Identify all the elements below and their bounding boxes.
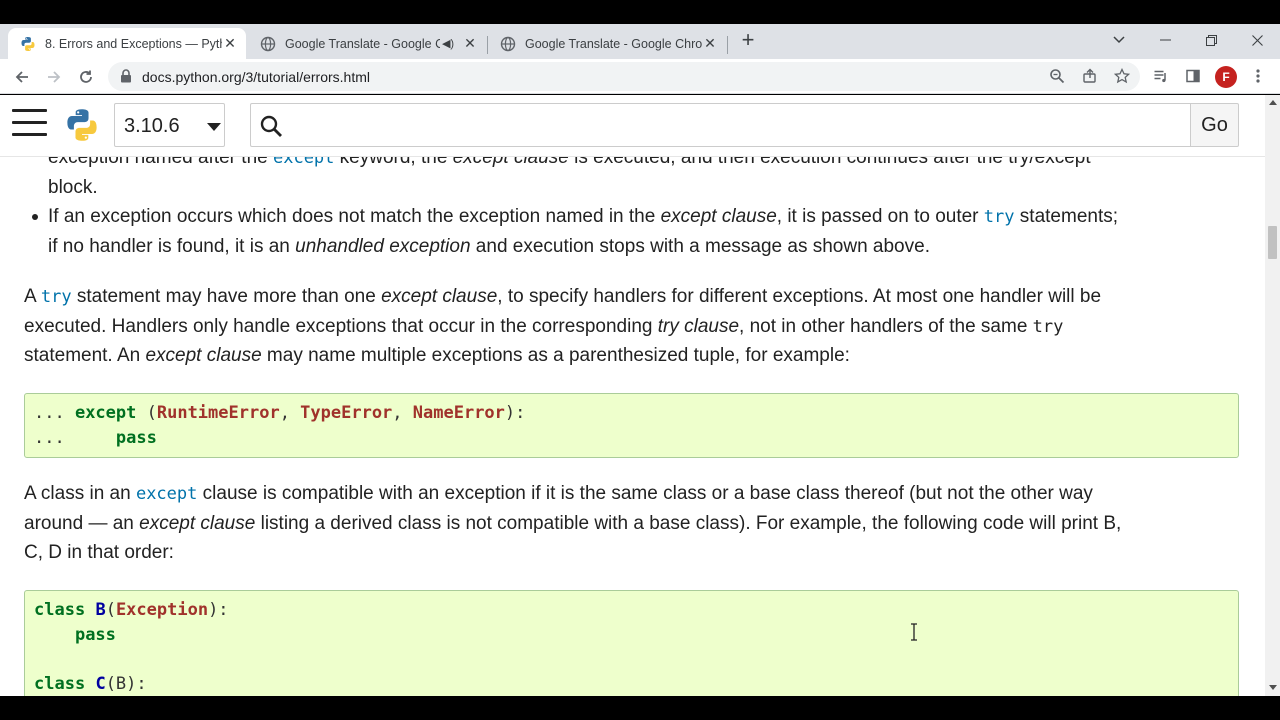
bullet-marker — [32, 214, 38, 220]
scrollbar-thumb[interactable] — [1268, 226, 1277, 259]
version-value: 3.10.6 — [124, 115, 180, 137]
minimize-icon[interactable] — [1142, 24, 1188, 56]
letterbox-bottom — [0, 696, 1280, 720]
share-icon[interactable] — [1079, 65, 1101, 87]
url-text: docs.python.org/3/tutorial/errors.html — [142, 69, 370, 85]
back-arrow-icon[interactable] — [10, 65, 34, 89]
dropdown-caret-icon — [207, 123, 221, 131]
page-scrollbar[interactable] — [1265, 95, 1280, 696]
paragraph-multiple-except: A try statement may have more than one e… — [24, 286, 1102, 366]
go-button[interactable]: Go — [1190, 103, 1239, 147]
bullet-2-text: If an exception occurs which does not ma… — [48, 206, 1119, 257]
docs-page: exception named after the except keyword… — [0, 95, 1265, 696]
paragraph-class-compatibility: A class in an except clause is compatibl… — [24, 483, 1122, 563]
version-select[interactable]: 3.10.6 — [114, 103, 225, 147]
tab-strip: 8. Errors and Exceptions — Pytho ✕ Googl… — [0, 24, 1280, 59]
bookmark-star-icon[interactable] — [1111, 65, 1133, 87]
kebab-menu-icon[interactable] — [1247, 65, 1269, 87]
forward-arrow-icon[interactable] — [42, 65, 66, 89]
inline-code-try: try — [983, 207, 1015, 227]
zoom-icon[interactable] — [1046, 65, 1068, 87]
restore-icon[interactable] — [1188, 24, 1234, 56]
globe-icon — [260, 36, 276, 52]
tab-title: Google Translate - Google Cl — [285, 36, 440, 51]
media-queue-icon[interactable] — [1150, 65, 1172, 87]
side-panel-icon[interactable] — [1182, 65, 1204, 87]
tab-close-icon[interactable]: ✕ — [462, 35, 478, 52]
lock-icon[interactable] — [120, 69, 132, 88]
tab-close-icon[interactable]: ✕ — [222, 35, 238, 52]
code-block-except-tuple[interactable]: ... except (RuntimeError, TypeError, Nam… — [24, 393, 1239, 458]
text-cursor-icon — [909, 623, 919, 641]
address-bar[interactable]: docs.python.org/3/tutorial/errors.html — [108, 62, 1140, 91]
globe-icon — [500, 36, 516, 52]
scroll-down-icon[interactable] — [1269, 685, 1277, 690]
tab-errors-and-exceptions[interactable]: 8. Errors and Exceptions — Pytho ✕ — [8, 28, 246, 59]
tab-title: Google Translate - Google Chron — [525, 36, 702, 51]
scroll-up-icon[interactable] — [1269, 100, 1277, 105]
python-logo-icon[interactable] — [64, 107, 100, 143]
tab-google-translate-1[interactable]: Google Translate - Google Cl ◀) ✕ — [248, 28, 486, 59]
inline-code-try: try — [1032, 316, 1064, 337]
tab-google-translate-2[interactable]: Google Translate - Google Chron ✕ — [488, 28, 726, 59]
tab-search-chevron-icon[interactable] — [1096, 24, 1142, 56]
docs-search-input[interactable] — [250, 103, 1191, 147]
inline-code-try: try — [40, 287, 72, 307]
letterbox-top — [0, 0, 1280, 24]
docs-header: 3.10.6 Go — [0, 95, 1265, 157]
tab-title: 8. Errors and Exceptions — Pytho — [45, 36, 222, 51]
tab-separator — [727, 36, 728, 54]
code-block-class-hierarchy[interactable]: class B(Exception): pass class C(B): — [24, 590, 1239, 696]
reload-icon[interactable] — [74, 65, 98, 89]
profile-avatar[interactable]: F — [1215, 66, 1237, 88]
python-favicon-icon — [20, 36, 36, 52]
close-window-icon[interactable] — [1234, 24, 1280, 56]
hamburger-menu-icon[interactable] — [12, 109, 47, 137]
tab-close-icon[interactable]: ✕ — [702, 35, 718, 52]
search-icon — [259, 114, 283, 143]
new-tab-button[interactable]: + — [737, 29, 759, 52]
speaker-icon[interactable]: ◀) — [440, 37, 456, 50]
browser-toolbar: docs.python.org/3/tutorial/errors.html F — [0, 59, 1280, 94]
inline-code-except: except — [135, 484, 198, 504]
